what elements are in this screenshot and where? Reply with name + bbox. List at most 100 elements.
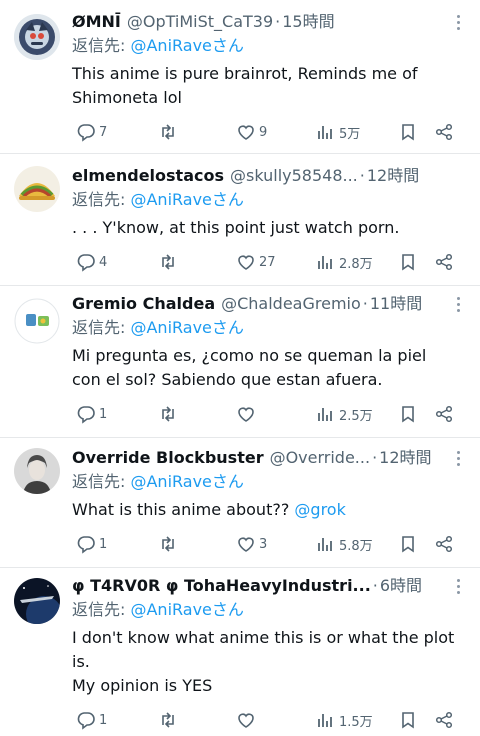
reply-to-mention[interactable]: @AniRaveさん bbox=[130, 190, 243, 209]
retweet-button[interactable] bbox=[158, 532, 178, 556]
reply-text: Mi pregunta es, ¿como no se queman la pi… bbox=[72, 344, 466, 392]
reply-item[interactable]: Override Blockbuster @Override... · 12時間… bbox=[0, 438, 480, 566]
user-handle[interactable]: @Override... bbox=[270, 446, 370, 470]
like-button[interactable]: 9 bbox=[236, 120, 267, 144]
separator: · bbox=[362, 294, 368, 313]
user-handle[interactable]: @skully58548... bbox=[230, 164, 358, 188]
views-count: 1.5万 bbox=[339, 714, 373, 730]
more-icon[interactable] bbox=[446, 292, 470, 316]
reply-count: 1 bbox=[99, 712, 108, 728]
separator: · bbox=[372, 576, 378, 595]
reply-count: 1 bbox=[99, 406, 108, 422]
display-name[interactable]: elmendelostacos bbox=[72, 164, 224, 188]
retweet-button[interactable] bbox=[158, 120, 178, 144]
more-icon[interactable] bbox=[446, 446, 470, 470]
share-button[interactable] bbox=[434, 402, 454, 426]
avatar[interactable] bbox=[14, 448, 60, 494]
more-icon[interactable] bbox=[446, 10, 470, 34]
timestamp[interactable]: 12時間 bbox=[367, 164, 419, 188]
views-button[interactable]: 5.8万 bbox=[316, 532, 373, 556]
grok-mention[interactable]: @grok bbox=[294, 500, 345, 519]
reply-to-line: 返信先: @AniRaveさん bbox=[72, 34, 466, 58]
views-icon bbox=[318, 714, 332, 727]
reply-button[interactable]: 7 bbox=[76, 120, 107, 144]
share-button[interactable] bbox=[434, 708, 454, 732]
separator: · bbox=[359, 166, 365, 185]
reply-icon bbox=[77, 536, 95, 554]
user-handle[interactable]: @OpTiMiSt_CaT39 bbox=[127, 10, 273, 34]
reply-button[interactable]: 1 bbox=[76, 532, 107, 556]
reply-item[interactable]: ØMNĪ @OpTiMiSt_CaT39 · 15時間 返信先: @AniRav… bbox=[0, 0, 480, 152]
reply-to-mention[interactable]: @AniRaveさん bbox=[130, 318, 243, 337]
reply-count: 1 bbox=[99, 536, 108, 552]
text-line: . . . Y'know, at this point just watch p… bbox=[72, 218, 400, 237]
reply-to-label: 返信先: bbox=[72, 190, 131, 209]
views-button[interactable]: 1.5万 bbox=[316, 708, 373, 732]
avatar[interactable] bbox=[14, 166, 60, 212]
text-line-content: What is this anime about?? bbox=[72, 500, 295, 519]
timestamp[interactable]: 11時間 bbox=[370, 292, 422, 316]
share-button[interactable] bbox=[434, 250, 454, 274]
reply-item[interactable]: φ T4RV0R φ TohaHeavyIndustri... · 6時間 返信… bbox=[0, 568, 480, 736]
retweet-button[interactable] bbox=[158, 250, 178, 274]
like-button[interactable] bbox=[236, 402, 256, 426]
like-button[interactable]: 27 bbox=[236, 250, 276, 274]
reply-button[interactable]: 1 bbox=[76, 708, 107, 732]
retweet-icon bbox=[162, 406, 174, 422]
bookmark-button[interactable] bbox=[398, 250, 418, 274]
like-button[interactable]: 3 bbox=[236, 532, 267, 556]
user-handle[interactable]: @ChaldeaGremio bbox=[221, 292, 361, 316]
separator: · bbox=[372, 448, 378, 467]
timestamp[interactable]: 6時間 bbox=[380, 574, 422, 598]
retweet-icon bbox=[162, 536, 174, 552]
retweet-button[interactable] bbox=[158, 402, 178, 426]
text-line: What is this anime about?? @grok bbox=[72, 498, 466, 522]
text-line: con el sol? Sabiendo que estan afuera. bbox=[72, 370, 383, 389]
reply-icon bbox=[77, 254, 95, 272]
bookmark-button[interactable] bbox=[398, 120, 418, 144]
views-button[interactable]: 2.5万 bbox=[316, 402, 373, 426]
reply-to-mention[interactable]: @AniRaveさん bbox=[130, 36, 243, 55]
bookmark-button[interactable] bbox=[398, 402, 418, 426]
retweet-button[interactable] bbox=[158, 708, 178, 732]
share-button[interactable] bbox=[434, 120, 454, 144]
reply-to-mention[interactable]: @AniRaveさん bbox=[130, 600, 243, 619]
cat-mecha-avatar-icon bbox=[14, 14, 60, 60]
views-button[interactable]: 5万 bbox=[316, 120, 360, 144]
display-name[interactable]: ØMNĪ bbox=[72, 10, 121, 34]
views-button[interactable]: 2.8万 bbox=[316, 250, 373, 274]
display-name[interactable]: Gremio Chaldea bbox=[72, 292, 215, 316]
share-icon bbox=[435, 253, 453, 271]
reply-text: This anime is pure brainrot, Reminds me … bbox=[72, 62, 466, 110]
like-button[interactable] bbox=[236, 708, 256, 732]
timestamp[interactable]: 12時間 bbox=[379, 446, 431, 470]
reply-to-line: 返信先: @AniRaveさん bbox=[72, 188, 466, 212]
reply-button[interactable]: 4 bbox=[76, 250, 107, 274]
display-name[interactable]: Override Blockbuster bbox=[72, 446, 264, 470]
reply-to-line: 返信先: @AniRaveさん bbox=[72, 598, 466, 622]
timestamp[interactable]: 15時間 bbox=[282, 10, 334, 34]
reply-to-label: 返信先: bbox=[72, 36, 131, 55]
more-icon[interactable] bbox=[446, 574, 470, 598]
share-button[interactable] bbox=[434, 532, 454, 556]
bookmark-icon bbox=[402, 124, 414, 141]
share-icon bbox=[435, 405, 453, 423]
views-count: 2.5万 bbox=[339, 408, 373, 424]
reply-button[interactable]: 1 bbox=[76, 402, 107, 426]
like-icon bbox=[238, 407, 254, 422]
bookmark-icon bbox=[402, 406, 414, 423]
share-icon bbox=[435, 535, 453, 553]
reply-item[interactable]: Gremio Chaldea @ChaldeaGremio · 11時間 返信先… bbox=[0, 286, 480, 436]
bookmark-button[interactable] bbox=[398, 708, 418, 732]
avatar[interactable] bbox=[14, 14, 60, 60]
avatar[interactable] bbox=[14, 578, 60, 624]
bookmark-icon bbox=[402, 536, 414, 553]
views-icon bbox=[318, 256, 332, 269]
bookmark-button[interactable] bbox=[398, 532, 418, 556]
reply-item[interactable]: elmendelostacos @skully58548... · 12時間 返… bbox=[0, 154, 480, 284]
avatar[interactable] bbox=[14, 298, 60, 344]
reply-text: I don't know what anime this is or what … bbox=[72, 626, 466, 698]
display-name[interactable]: φ T4RV0R φ TohaHeavyIndustri... bbox=[72, 574, 371, 598]
views-icon bbox=[318, 408, 332, 421]
reply-to-mention[interactable]: @AniRaveさん bbox=[130, 472, 243, 491]
